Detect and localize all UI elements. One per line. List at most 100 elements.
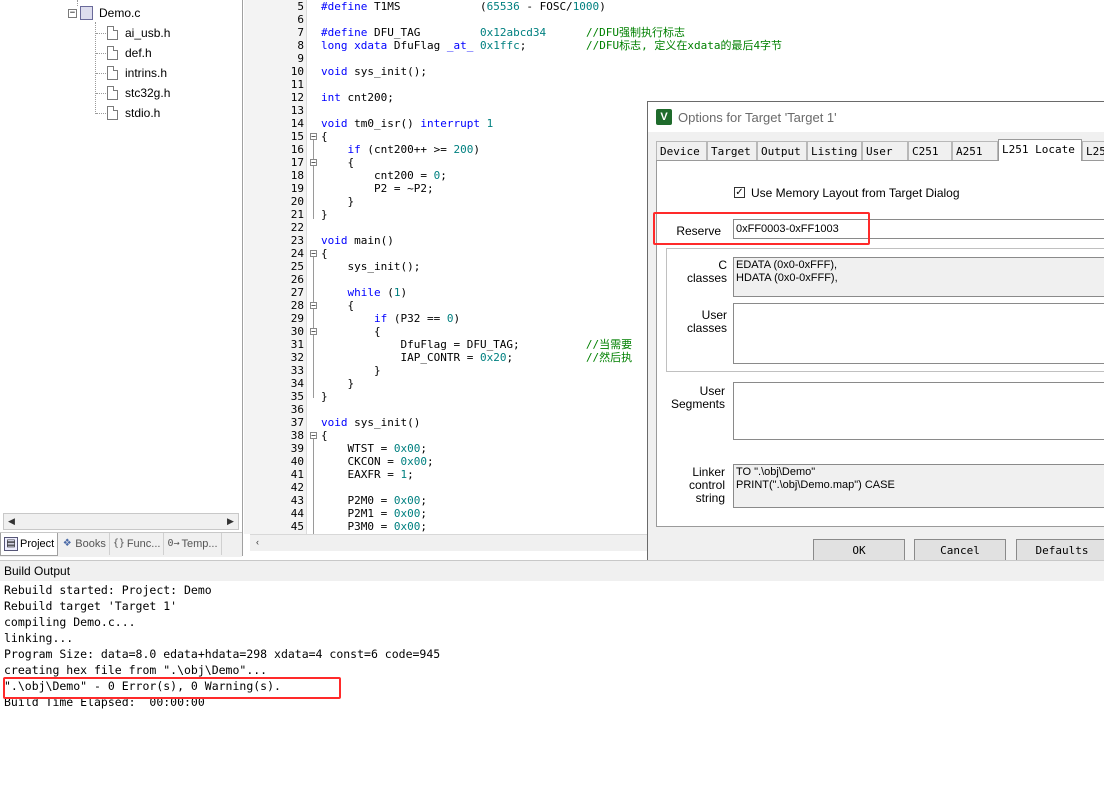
- options-for-target-dialog: V Options for Target 'Target 1' Device T…: [647, 101, 1104, 571]
- functions-icon: {}: [112, 538, 125, 549]
- line-number: 38: [290, 429, 304, 442]
- dialog-titlebar[interactable]: V Options for Target 'Target 1': [648, 102, 1104, 132]
- line-number: 28: [290, 299, 304, 312]
- code-text: int cnt200;: [321, 91, 394, 104]
- collapse-icon[interactable]: −: [68, 8, 77, 18]
- tab-books[interactable]: ❖ Books: [58, 533, 110, 555]
- use-memory-layout-checkbox[interactable]: ✓: [734, 187, 745, 198]
- code-text: WTST = 0x00;: [321, 442, 427, 455]
- code-text: IAP_CONTR = 0x20; //然后执: [321, 351, 633, 364]
- line-number: 39: [290, 442, 304, 455]
- line-number: 45: [290, 520, 304, 533]
- fold-toggle-icon[interactable]: −: [310, 302, 317, 310]
- tree-item-label: Demo.c: [99, 6, 141, 20]
- tab-l251-locate[interactable]: L251 Locate: [998, 139, 1082, 161]
- code-text: {: [321, 429, 328, 442]
- code-text: #define DFU_TAG 0x12abcd34 //DFU强制执行标志: [321, 26, 686, 39]
- build-result-highlight-box: [3, 677, 341, 699]
- project-horizontal-scrollbar[interactable]: ◀ ▶: [3, 513, 239, 530]
- code-text: void tm0_isr() interrupt 1: [321, 117, 494, 130]
- scroll-right-icon[interactable]: ▶: [223, 514, 238, 529]
- fold-toggle-icon[interactable]: −: [310, 159, 317, 167]
- code-text: {: [321, 130, 328, 143]
- tree-item-header[interactable]: intrins.h: [107, 64, 167, 82]
- code-text: sys_init();: [321, 260, 421, 273]
- line-number: 14: [290, 117, 304, 130]
- tree-item-header[interactable]: def.h: [107, 44, 152, 62]
- code-text: void main(): [321, 234, 394, 247]
- header-file-icon: [107, 46, 118, 60]
- code-text: void sys_init();: [321, 65, 427, 78]
- tree-item-header[interactable]: stdio.h: [107, 104, 160, 122]
- tab-listing[interactable]: Listing: [807, 141, 862, 160]
- tab-output[interactable]: Output: [757, 141, 807, 160]
- tab-device[interactable]: Device: [656, 141, 707, 160]
- fold-toggle-icon[interactable]: −: [310, 432, 317, 440]
- line-number: 10: [290, 65, 304, 78]
- code-text: P2 = ~P2;: [321, 182, 434, 195]
- tab-user[interactable]: User: [862, 141, 908, 160]
- line-number: 6: [297, 13, 304, 26]
- tab-label: Books: [75, 538, 106, 550]
- header-file-icon: [107, 106, 118, 120]
- fold-toggle-icon[interactable]: −: [310, 133, 317, 141]
- line-number: 17: [290, 156, 304, 169]
- scroll-left-icon[interactable]: ◀: [4, 514, 19, 529]
- build-output-line: Rebuild started: Project: Demo: [4, 583, 212, 597]
- tab-l251-misc[interactable]: L251: [1082, 141, 1104, 160]
- tree-item-label: stdio.h: [125, 106, 161, 120]
- code-text: P3M0 = 0x00;: [321, 520, 427, 533]
- line-number: 40: [290, 455, 304, 468]
- code-text: {: [321, 156, 355, 169]
- line-number: 33: [290, 364, 304, 377]
- keil-app-icon: V: [656, 109, 672, 125]
- user-classes-label: User classes: [686, 308, 727, 335]
- build-output-header: Build Output: [0, 560, 1104, 582]
- code-text: long xdata DfuFlag _at_ 0x1ffc; //DFU标志,…: [321, 39, 783, 52]
- templates-icon: 0→: [167, 538, 180, 549]
- line-number: 25: [290, 260, 304, 273]
- build-output-line: compiling Demo.c...: [4, 615, 136, 629]
- c-classes-field: EDATA (0x0-0xFFF), HDATA (0x0-0xFFF),: [733, 257, 1104, 297]
- tab-label: Func...: [126, 538, 161, 550]
- tab-project[interactable]: ▤ Project: [0, 533, 59, 556]
- c-classes-label: C classes: [686, 258, 727, 285]
- tab-templates[interactable]: 0→ Temp...: [164, 533, 222, 555]
- fold-toggle-icon[interactable]: −: [310, 328, 317, 336]
- line-number: 29: [290, 312, 304, 325]
- tab-a251[interactable]: A251: [952, 141, 998, 160]
- line-number: 8: [297, 39, 304, 52]
- tree-item-header[interactable]: stc32g.h: [107, 84, 170, 102]
- line-number: 9: [297, 52, 304, 65]
- tree-item-label: def.h: [125, 46, 152, 60]
- fold-guide: [313, 438, 314, 534]
- tree-item-label: stc32g.h: [125, 86, 171, 100]
- line-number: 30: [290, 325, 304, 338]
- tab-target[interactable]: Target: [707, 141, 757, 160]
- use-memory-layout-label: Use Memory Layout from Target Dialog: [751, 186, 960, 200]
- line-number: 36: [290, 403, 304, 416]
- fold-guide: [313, 140, 314, 219]
- editor-horizontal-scrollbar[interactable]: ‹: [250, 534, 648, 551]
- tree-item-demo-c[interactable]: − Demo.c: [68, 4, 140, 22]
- user-segments-input[interactable]: [733, 382, 1104, 440]
- fold-toggle-icon[interactable]: −: [310, 250, 317, 258]
- tree-item-header[interactable]: ai_usb.h: [107, 24, 170, 42]
- code-text: P2M1 = 0x00;: [321, 507, 427, 520]
- line-number: 41: [290, 468, 304, 481]
- build-output-line: linking...: [4, 631, 74, 645]
- line-number: 37: [290, 416, 304, 429]
- tab-label: Temp...: [181, 538, 218, 550]
- project-pane: − Demo.c ai_usb.h def.h intrins.h stc32g…: [0, 0, 243, 556]
- build-output-line: Rebuild target 'Target 1': [4, 599, 178, 613]
- user-classes-input[interactable]: [733, 303, 1104, 364]
- tab-functions[interactable]: {} Func...: [110, 533, 165, 555]
- tab-c251[interactable]: C251: [908, 141, 952, 160]
- line-number: 31: [290, 338, 304, 351]
- line-number: 18: [290, 169, 304, 182]
- dialog-title: Options for Target 'Target 1': [678, 109, 837, 125]
- scroll-left-icon[interactable]: ‹: [250, 535, 265, 550]
- code-text: if (P32 == 0): [373, 312, 461, 325]
- line-number: 15: [290, 130, 304, 143]
- code-text: CKCON = 0x00;: [321, 455, 434, 468]
